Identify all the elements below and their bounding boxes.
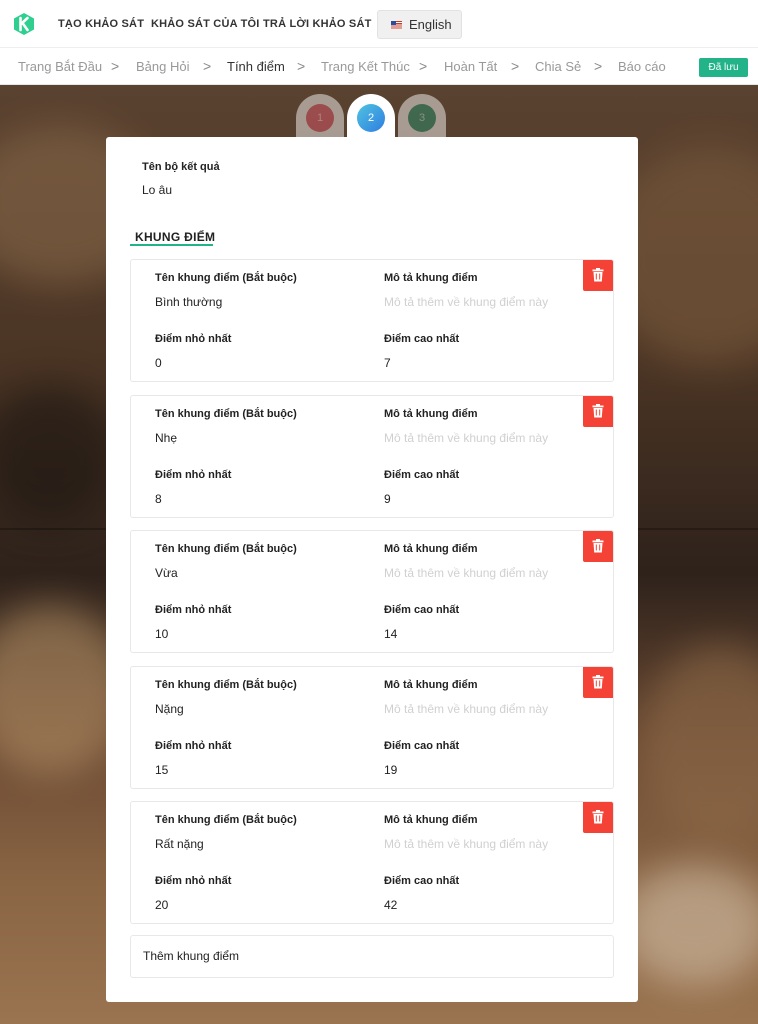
saved-status-badge: Đã lưu [699,58,748,77]
range-description-label: Mô tả khung điểm [384,272,478,284]
nav-create-survey[interactable]: TẠO KHẢO SÁT [58,0,144,48]
range-max-input[interactable]: 9 [384,492,391,506]
breadcrumb-complete[interactable]: Hoàn Tất [444,48,497,85]
range-min-label: Điểm nhỏ nhất [155,468,232,481]
range-max-input[interactable]: 42 [384,898,397,912]
top-navigation-bar: TẠO KHẢO SÁT KHẢO SÁT CỦA TÔI TRẢ LỜI KH… [0,0,758,48]
chevron-right-icon: > [594,58,603,74]
range-name-label: Tên khung điểm (Bắt buộc) [155,678,297,691]
range-max-input[interactable]: 19 [384,763,397,777]
nav-answer-survey[interactable]: TRẢ LỜI KHẢO SÁT [263,0,372,48]
step-number: 3 [408,104,436,132]
score-range-item: Tên khung điểm (Bắt buộc) Mô tả khung đi… [130,665,614,789]
score-range-item: Tên khung điểm (Bắt buộc) Mô tả khung đi… [130,530,614,653]
chevron-right-icon: > [203,58,212,74]
range-max-label: Điểm cao nhất [384,739,460,752]
range-min-label: Điểm nhỏ nhất [155,333,232,345]
range-name-input[interactable]: Nhẹ [155,431,177,445]
breadcrumb-report[interactable]: Báo cáo [618,48,666,85]
range-max-label: Điểm cao nhất [384,468,460,481]
delete-range-button[interactable] [583,666,613,698]
add-range-button[interactable]: Thêm khung điểm [130,935,614,978]
delete-range-button[interactable] [583,531,613,562]
trash-icon [592,268,604,282]
range-name-input[interactable]: Bình thường [155,295,222,309]
range-description-input[interactable]: Mô tả thêm về khung điểm này [384,431,548,445]
breadcrumb-share[interactable]: Chia Sẻ [535,48,581,85]
breadcrumb: Trang Bắt Đầu > Bảng Hỏi > Tính điểm > T… [0,48,758,85]
section-underline [130,244,213,246]
chevron-right-icon: > [419,58,428,74]
breadcrumb-questionnaire[interactable]: Bảng Hỏi [136,48,189,85]
range-name-input[interactable]: Nặng [155,702,184,716]
range-min-input[interactable]: 0 [155,356,162,370]
language-label: English [409,17,452,32]
score-range-item: Tên khung điểm (Bắt buộc) Mô tả khung đi… [130,259,614,382]
range-name-label: Tên khung điểm (Bắt buộc) [155,272,297,284]
breadcrumb-scoring[interactable]: Tính điểm [227,48,285,85]
section-title: KHUNG ĐIỂM [135,230,216,244]
score-range-item: Tên khung điểm (Bắt buộc) Mô tả khung đi… [130,394,614,518]
chevron-right-icon: > [511,58,520,74]
trash-icon [592,403,604,417]
step-number: 1 [306,104,334,132]
scoring-card: Tên bộ kết quả Lo âu KHUNG ĐIỂM Tên khun… [106,137,638,1002]
range-name-label: Tên khung điểm (Bắt buộc) [155,814,297,826]
step-tab-1[interactable]: 1 [296,94,344,140]
chevron-right-icon: > [297,58,306,74]
language-button[interactable]: English [377,10,462,39]
chevron-right-icon: > [111,58,120,74]
range-description-label: Mô tả khung điểm [384,407,478,420]
score-range-item: Tên khung điểm (Bắt buộc) Mô tả khung đi… [130,801,614,924]
range-min-label: Điểm nhỏ nhất [155,875,232,887]
range-description-input[interactable]: Mô tả thêm về khung điểm này [384,702,548,716]
breadcrumb-end-page[interactable]: Trang Kết Thúc [321,48,410,85]
us-flag-icon [391,21,402,29]
result-set-label: Tên bộ kết quả [142,161,220,173]
range-min-input[interactable]: 20 [155,898,168,912]
range-description-label: Mô tả khung điểm [384,678,478,691]
nav-my-surveys[interactable]: KHẢO SÁT CỦA TÔI [151,0,260,48]
step-tab-2[interactable]: 2 [347,94,395,140]
delete-range-button[interactable] [583,395,613,427]
range-description-label: Mô tả khung điểm [384,814,478,826]
range-min-label: Điểm nhỏ nhất [155,739,232,752]
range-max-label: Điểm cao nhất [384,875,460,887]
trash-icon [592,674,604,688]
range-max-input[interactable]: 7 [384,356,391,370]
range-max-label: Điểm cao nhất [384,604,460,616]
range-name-input[interactable]: Rất nặng [155,837,204,851]
range-description-label: Mô tả khung điểm [384,543,478,555]
range-max-input[interactable]: 14 [384,627,397,641]
delete-range-button[interactable] [583,260,613,291]
range-description-input[interactable]: Mô tả thêm về khung điểm này [384,295,548,309]
range-name-label: Tên khung điểm (Bắt buộc) [155,407,297,420]
trash-icon [592,539,604,553]
range-description-input[interactable]: Mô tả thêm về khung điểm này [384,566,548,580]
result-set-name-input[interactable]: Lo âu [142,183,172,197]
step-tab-3[interactable]: 3 [398,94,446,140]
range-min-input[interactable]: 8 [155,492,162,506]
range-name-label: Tên khung điểm (Bắt buộc) [155,543,297,555]
range-description-input[interactable]: Mô tả thêm về khung điểm này [384,837,548,851]
range-name-input[interactable]: Vừa [155,566,178,580]
range-min-label: Điểm nhỏ nhất [155,604,232,616]
range-min-input[interactable]: 15 [155,763,168,777]
delete-range-button[interactable] [583,802,613,833]
range-max-label: Điểm cao nhất [384,333,460,345]
logo-icon[interactable] [12,12,36,36]
step-number: 2 [357,104,385,132]
trash-icon [592,810,604,824]
range-min-input[interactable]: 10 [155,627,168,641]
breadcrumb-start-page[interactable]: Trang Bắt Đầu [18,48,102,85]
